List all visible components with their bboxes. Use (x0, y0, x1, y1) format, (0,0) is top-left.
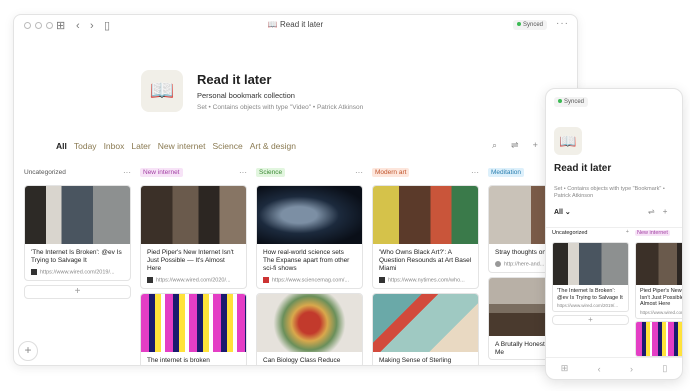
column-tag: Modern art (372, 168, 410, 177)
card-url: https://www.nytimes.com/who... (373, 275, 478, 288)
tab-all[interactable]: All (56, 141, 67, 151)
filter-dropdown[interactable]: All ⌄ (554, 208, 571, 216)
card-title: 'The Internet Is Broken': @ev Is Trying … (557, 288, 623, 301)
card-title: 'Who Owns Black Art?': A Question Resoun… (379, 249, 472, 272)
card-thumbnail (257, 294, 362, 353)
page-title: Read it later (554, 163, 612, 174)
card-thumbnail (141, 186, 246, 244)
column-science: Science ··· How real-world science sets T… (256, 168, 363, 365)
card-title: Making Sense of Sterling (379, 357, 452, 365)
card-thumbnail (141, 294, 246, 353)
card-url: https://www.sciencemag.com/... (257, 275, 362, 288)
bookmark-card[interactable]: Pied Piper's New Internet Isn't Just Pos… (635, 242, 683, 319)
tab-art-design[interactable]: Art & design (250, 141, 296, 151)
card-url: https://www.wired.com/2020/... (141, 275, 246, 288)
card-thumbnail (373, 294, 478, 353)
search-icon[interactable]: ⌕ (492, 140, 497, 151)
card-thumbnail (25, 186, 130, 244)
bookmark-card[interactable]: The internet is broken (140, 293, 247, 365)
card-title: How real-world science sets The Expanse … (263, 249, 350, 272)
column-new-internet: New internet Pied Piper's New Internet I… (635, 230, 683, 357)
bookmark-card[interactable]: 'The Internet Is Broken': @ev Is Trying … (24, 185, 131, 282)
column-modern-art: Modern art ··· 'Who Owns Black Art?': A Q… (372, 168, 479, 365)
card-url: https://www.wired.com/2019/... (25, 267, 130, 280)
window-title: 📖 Read it later (267, 20, 324, 29)
card-title: Pied Piper's New Internet Isn't Just Pos… (147, 249, 234, 272)
card-url: https://www.wired.com/2019/... (557, 303, 619, 308)
open-book-icon: 📖 (141, 70, 183, 112)
tab-new-internet[interactable]: New internet (158, 141, 206, 151)
card-thumbnail (553, 243, 628, 285)
bookmark-card[interactable] (635, 320, 682, 357)
card-thumbnail (636, 243, 682, 285)
card-title: Can Biology Class Reduce (263, 357, 341, 365)
bookmark-card[interactable]: How real-world science sets The Expanse … (256, 185, 363, 290)
tab-inbox[interactable]: Inbox (104, 141, 125, 151)
column-tag: Science (256, 168, 286, 177)
set-meta: Set • Contains objects with type "Bookma… (554, 186, 665, 199)
mobile-bottom-bar: ⊞ ‹ › ▯ (546, 357, 682, 379)
column-tag: Meditation (488, 168, 524, 177)
mobile-window: Synced 📖 Read it later Set • Contains ob… (545, 88, 683, 380)
kanban-board: Uncategorized + 'The Internet Is Broken':… (546, 227, 682, 357)
column-label: Uncategorized (24, 169, 66, 176)
card-title: Pied Piper's New Internet Isn't Just Pos… (640, 288, 683, 307)
add-card-button[interactable]: + (552, 315, 629, 325)
column-new-internet: New internet ··· Pied Piper's New Interne… (140, 168, 247, 365)
card-title: The internet is broken (147, 357, 210, 365)
more-icon[interactable]: ··· (471, 168, 479, 177)
card-title: 'The Internet Is Broken': @ev Is Trying … (31, 249, 122, 264)
filter-icon[interactable]: ⇌ (648, 207, 655, 216)
set-meta: Set • Contains objects with type "Video"… (197, 104, 364, 111)
bookmark-card[interactable]: 'The Internet Is Broken': @ev Is Trying … (552, 242, 629, 312)
desktop-window: ⊞ ‹ › ▯ 📖 Read it later Synced ··· 📖 Rea… (13, 14, 578, 366)
add-floating-button[interactable]: + (18, 341, 38, 361)
synced-badge: Synced (554, 97, 589, 107)
card-url: https://www.wired.com/... (640, 309, 682, 315)
column-uncategorized: Uncategorized + 'The Internet Is Broken':… (552, 229, 629, 325)
column-tag: New internet (635, 230, 670, 236)
more-icon[interactable]: ··· (123, 168, 131, 177)
add-icon[interactable]: + (626, 229, 629, 235)
grid-icon[interactable]: ⊞ (561, 363, 569, 374)
page-title: Read it later (197, 72, 272, 87)
bookmark-card[interactable]: Pied Piper's New Internet Isn't Just Pos… (140, 185, 247, 290)
more-icon[interactable]: ··· (355, 168, 363, 177)
bookmark-card[interactable]: Making Sense of Sterling (372, 293, 479, 365)
bookmark-card[interactable]: Can Biology Class Reduce (256, 293, 363, 365)
more-icon[interactable]: ··· (239, 168, 247, 177)
column-label: Uncategorized (552, 230, 588, 236)
bookmark-card[interactable]: 'Who Owns Black Art?': A Question Resoun… (372, 185, 479, 290)
card-thumbnail (636, 321, 682, 356)
back-arrow-icon[interactable]: ‹ (598, 364, 601, 374)
add-card-button[interactable]: + (24, 285, 131, 300)
column-tag: New internet (140, 168, 183, 177)
card-thumbnail (257, 186, 362, 244)
title-bar: ⊞ ‹ › ▯ 📖 Read it later Synced ··· (14, 15, 577, 37)
add-icon[interactable]: + (663, 207, 668, 216)
column-uncategorized: Uncategorized ··· 'The Internet Is Broken… (24, 168, 131, 300)
open-book-icon: 📖 (554, 127, 582, 155)
filter-icon[interactable]: ⇌ (511, 140, 519, 151)
tab-science[interactable]: Science (212, 141, 242, 151)
add-icon[interactable]: + (533, 140, 538, 151)
sidebar-toggle-icon[interactable]: ▯ (662, 363, 667, 374)
forward-arrow-icon[interactable]: › (630, 364, 633, 374)
tab-later[interactable]: Later (131, 141, 150, 151)
page-subtitle: Personal bookmark collection (197, 91, 295, 100)
toolbar: ⇌ + (648, 207, 667, 216)
card-thumbnail (373, 186, 478, 244)
synced-badge: Synced (512, 20, 547, 30)
toolbar: ⌕ ⇌ + (492, 140, 538, 151)
tab-today[interactable]: Today (74, 141, 97, 151)
kanban-board: Uncategorized ··· 'The Internet Is Broken… (24, 168, 577, 365)
more-icon[interactable]: ··· (556, 18, 569, 29)
view-tabs: All Today Inbox Later New internet Scien… (56, 141, 296, 151)
